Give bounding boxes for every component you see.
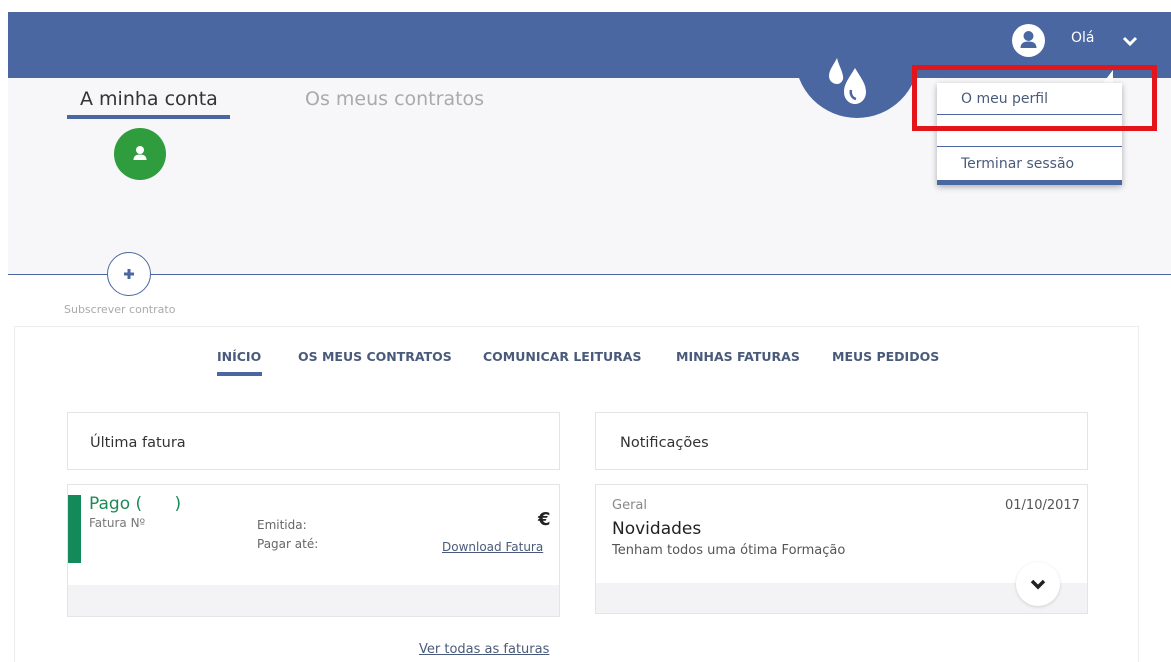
user-icon bbox=[1020, 31, 1037, 48]
chevron-down-icon bbox=[1030, 579, 1046, 590]
plus-icon bbox=[124, 269, 134, 279]
notifications-title: Notificações bbox=[620, 435, 709, 451]
dropdown-bottom-bar bbox=[937, 180, 1122, 185]
see-all-invoices-link[interactable]: Ver todas as faturas bbox=[419, 642, 549, 657]
tab-requests[interactable]: MEUS PEDIDOS bbox=[832, 349, 939, 364]
paid-status-bar bbox=[68, 495, 81, 563]
last-invoice-title: Última fatura bbox=[90, 435, 186, 451]
account-divider bbox=[8, 274, 1171, 275]
tab-home[interactable]: INÍCIO bbox=[217, 349, 261, 364]
user-icon bbox=[133, 146, 147, 160]
notification-date: 01/10/2017 bbox=[1005, 498, 1080, 513]
user-menu-toggle[interactable] bbox=[1122, 32, 1138, 51]
tab-readings[interactable]: COMUNICAR LEITURAS bbox=[483, 349, 641, 364]
account-avatar bbox=[114, 128, 166, 180]
expand-notification-button[interactable] bbox=[1016, 562, 1060, 606]
notification-category: Geral bbox=[612, 498, 647, 513]
highlight-box bbox=[912, 65, 1157, 131]
download-invoice-link[interactable]: Download Fatura bbox=[442, 540, 543, 554]
invoice-status: Pago ( ) bbox=[89, 494, 182, 514]
tab-contracts[interactable]: OS MEUS CONTRATOS bbox=[298, 349, 452, 364]
subscribe-contract-button[interactable] bbox=[107, 252, 151, 296]
user-avatar[interactable] bbox=[1012, 24, 1045, 57]
tab-invoices[interactable]: MINHAS FATURAS bbox=[676, 349, 800, 364]
notifications-header: Notificações bbox=[595, 412, 1088, 470]
brand-logo bbox=[795, 24, 919, 118]
notification-title: Novidades bbox=[612, 519, 702, 539]
nav-active-indicator bbox=[217, 372, 262, 376]
water-drops-logo bbox=[829, 58, 866, 104]
user-greeting[interactable]: Olá bbox=[1071, 30, 1095, 46]
menu-item-logout[interactable]: Terminar sessão bbox=[937, 147, 1122, 181]
subscribe-contract-label: Subscrever contrato bbox=[64, 303, 176, 316]
tab-my-contracts[interactable]: Os meus contratos bbox=[305, 88, 484, 110]
invoice-number-label: Fatura Nº bbox=[89, 516, 146, 530]
invoice-amount: € bbox=[538, 509, 551, 530]
chevron-down-icon bbox=[1122, 36, 1138, 47]
invoice-due-label: Pagar até: bbox=[257, 537, 319, 551]
notification-message: Tenham todos uma ótima Formação bbox=[612, 543, 846, 558]
invoice-emitted-label: Emitida: bbox=[257, 518, 307, 532]
active-tab-indicator bbox=[67, 115, 230, 119]
tab-my-account[interactable]: A minha conta bbox=[80, 88, 218, 110]
last-invoice-header: Última fatura bbox=[67, 412, 560, 470]
